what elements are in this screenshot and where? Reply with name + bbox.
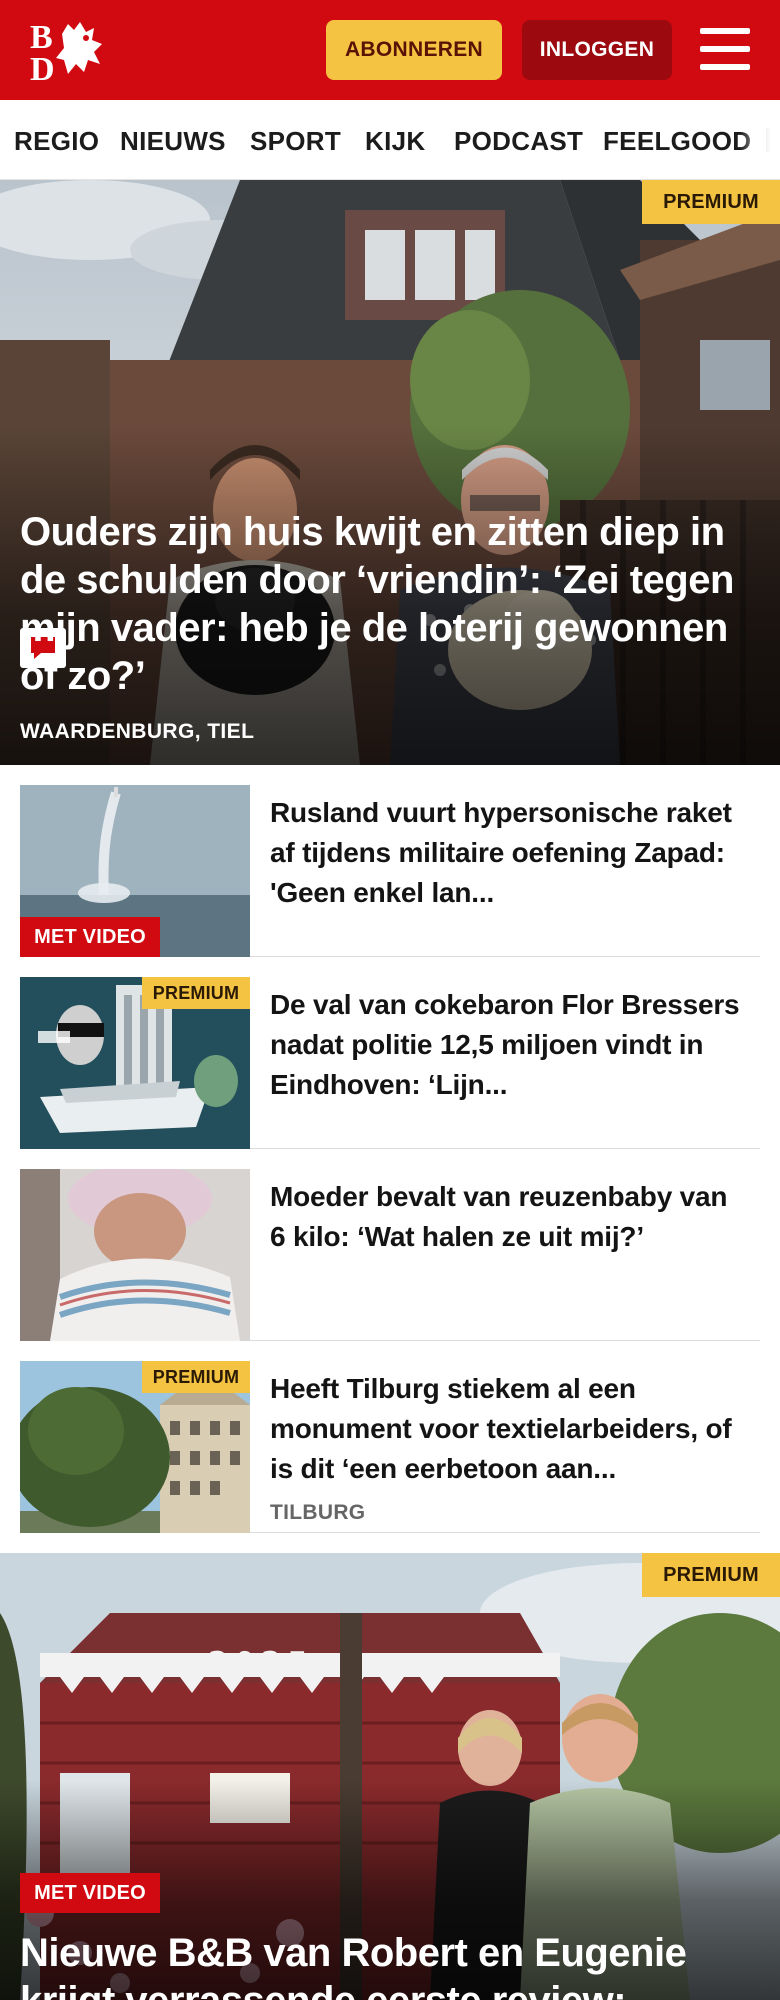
article-thumbnail: MET VIDEO (20, 785, 250, 957)
nav-item-regio[interactable]: REGIO (14, 126, 99, 157)
premium-badge: PREMIUM (142, 977, 250, 1009)
nav-fade (740, 100, 780, 179)
article-title[interactable]: Heeft Tilburg stiekem al een monument vo… (270, 1369, 750, 1493)
video-badge: MET VIDEO (20, 1873, 160, 1913)
nav-item-feelgood[interactable]: FEELGOOD (603, 126, 751, 157)
hero-article-1[interactable]: PREMIUM Ouders zijn huis kwijt en zitten… (0, 180, 780, 765)
premium-badge: PREMIUM (142, 1361, 250, 1393)
sign-number: 2025 (208, 1645, 314, 1685)
subscribe-button[interactable]: ABONNEREN (326, 20, 502, 80)
article-thumbnail: PREMIUM (20, 977, 250, 1149)
menu-icon[interactable] (700, 26, 752, 72)
list-item[interactable]: Moeder bevalt van reuzenbaby van 6 kilo:… (20, 1169, 760, 1341)
list-item[interactable]: PREMIUM De val van cokebaron Flor Bresse… (20, 977, 760, 1149)
nav-item-sport[interactable]: SPORT (250, 126, 341, 157)
hero-article-2[interactable]: 2025 PREMIUM MET VIDEO Nieuwe B&B van Ro… (0, 1553, 780, 2000)
hero-location: WAARDENBURG, TIEL (20, 720, 255, 743)
login-button[interactable]: INLOGGEN (522, 20, 672, 80)
svg-text:D: D (30, 51, 55, 84)
nav-item-kijk[interactable]: KIJK (365, 126, 425, 157)
top-bar: B D ABONNEREN INLOGGEN (0, 0, 780, 100)
premium-badge: PREMIUM (642, 1553, 780, 1597)
nav-item-nieuws[interactable]: NIEUWS (120, 126, 226, 157)
hero-headline[interactable]: Nieuwe B&B van Robert en Eugenie krijgt … (20, 1929, 760, 2000)
logo[interactable]: B D (28, 14, 112, 84)
hero-headline[interactable]: Ouders zijn huis kwijt en zitten diep in… (20, 508, 760, 700)
article-thumbnail: PREMIUM (20, 1361, 250, 1533)
section-nav: REGIO NIEUWS SPORT KIJK PODCAST FEELGOOD (0, 100, 780, 180)
list-item[interactable]: PREMIUM Heeft Tilburg stiekem al een mon… (20, 1361, 760, 1533)
video-badge: MET VIDEO (20, 917, 160, 957)
nav-item-podcast[interactable]: PODCAST (454, 126, 583, 157)
list-item[interactable]: MET VIDEO Rusland vuurt hypersonische ra… (20, 785, 760, 957)
premium-badge: PREMIUM (642, 180, 780, 224)
article-title[interactable]: Rusland vuurt hypersonische raket af tij… (270, 793, 750, 917)
article-title[interactable]: Moeder bevalt van reuzenbaby van 6 kilo:… (270, 1177, 750, 1301)
article-thumbnail (20, 1169, 250, 1341)
article-title[interactable]: De val van cokebaron Flor Bressers nadat… (270, 985, 750, 1109)
article-location: TILBURG (270, 1501, 366, 1524)
